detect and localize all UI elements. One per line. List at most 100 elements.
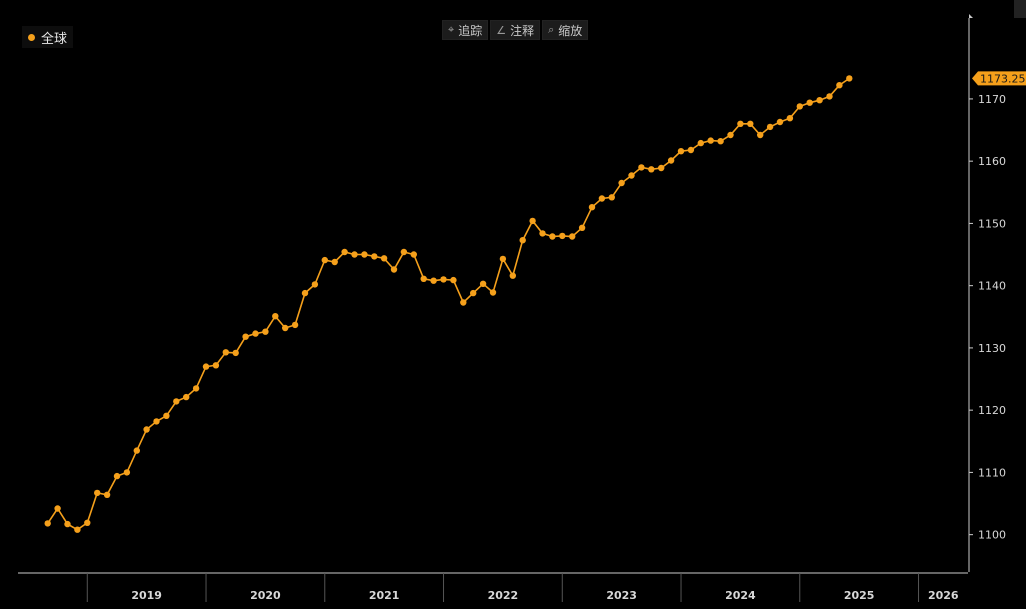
data-point (94, 489, 101, 497)
data-point (598, 195, 606, 202)
data-point (311, 281, 319, 288)
zoom-button[interactable]: ⌕ 缩放 (542, 20, 589, 40)
data-point (282, 324, 289, 332)
data-point (450, 276, 457, 284)
last-value-label: 1173.2566 (972, 71, 1026, 86)
data-point (54, 505, 61, 512)
data-point (479, 280, 487, 287)
data-point (489, 289, 497, 296)
chart-toolbar: ⌖ 追踪 ∠ 注释 ⌕ 缩放 (442, 20, 589, 40)
data-point (549, 233, 556, 240)
y-tick-label: 1140 (978, 280, 1006, 293)
data-point (786, 115, 794, 122)
data-point (658, 164, 665, 172)
x-axis: 2019 2020 2021 2022 2023 2024 2025 2026 (18, 572, 968, 602)
data-point (173, 398, 180, 405)
data-point (806, 99, 813, 106)
data-point (380, 255, 388, 262)
data-point (766, 123, 774, 131)
data-point (341, 248, 348, 256)
data-point (846, 75, 853, 82)
x-tick-label: 2025 (844, 589, 875, 602)
data-point (84, 519, 91, 526)
data-point (667, 157, 675, 164)
data-point (331, 258, 338, 266)
x-tick-label: 2026 (928, 589, 959, 602)
data-point (697, 139, 704, 147)
data-point (608, 194, 615, 201)
data-point (648, 166, 655, 173)
data-point (440, 276, 447, 283)
data-point (559, 232, 566, 240)
y-tick-label: 1110 (978, 466, 1006, 479)
data-point (420, 275, 427, 282)
data-point (826, 93, 833, 100)
data-point (74, 526, 81, 533)
data-point (569, 233, 576, 240)
data-point (638, 164, 645, 171)
data-point (737, 120, 744, 128)
crosshair-icon: ⌖ (448, 23, 455, 36)
data-point (143, 426, 150, 433)
data-point (470, 289, 477, 297)
data-point (776, 118, 784, 126)
data-point (212, 362, 220, 369)
data-point (123, 469, 131, 476)
data-point (509, 272, 516, 279)
data-point (371, 253, 378, 260)
data-point (222, 349, 229, 356)
y-tick-label: 1150 (978, 217, 1006, 230)
y-tick-label: 1170 (978, 93, 1006, 106)
annotate-button[interactable]: ∠ 注释 (490, 20, 541, 40)
data-point (430, 277, 437, 284)
data-point (272, 313, 279, 320)
x-tick-label: 2019 (131, 589, 162, 602)
corner-tab (1014, 0, 1026, 18)
data-point (390, 266, 398, 273)
y-axis: 1100 1110 1120 1130 1140 1150 1160 1170 (968, 14, 1006, 572)
value-label-text: 1173.2566 (980, 72, 1026, 85)
data-point (202, 363, 210, 370)
data-point (687, 146, 695, 154)
trace-button[interactable]: ⌖ 追踪 (442, 20, 489, 40)
x-tick-label: 2022 (488, 589, 519, 602)
legend-label: 全球 (41, 31, 68, 47)
data-point (153, 418, 160, 425)
data-point (262, 328, 269, 335)
data-point (192, 385, 200, 392)
legend-marker (28, 33, 35, 41)
data-point (816, 97, 823, 104)
data-point (321, 256, 328, 264)
data-point (677, 148, 685, 155)
y-tick-label: 1100 (978, 529, 1006, 542)
data-point (796, 103, 803, 110)
data-point (529, 217, 536, 225)
data-point (183, 393, 190, 401)
data-point (707, 137, 714, 144)
line-chart: 2019 2020 2021 2022 2023 2024 2025 2026 1100 111… (18, 14, 1026, 602)
data-point (717, 138, 724, 145)
data-point (499, 255, 507, 263)
data-point (519, 237, 526, 244)
data-point (588, 204, 596, 211)
y-axis-arrow (969, 14, 973, 18)
data-point (400, 248, 408, 256)
data-point (757, 131, 764, 139)
series-全球 (44, 75, 853, 533)
data-point (727, 131, 734, 139)
data-point (361, 251, 368, 258)
pencil-icon: ∠ (496, 23, 507, 37)
data-point (133, 447, 140, 454)
x-tick-label: 2021 (369, 589, 400, 602)
y-tick-label: 1130 (978, 342, 1006, 355)
chart-legend[interactable]: 全球 (22, 26, 74, 48)
zoom-label: 缩放 (558, 23, 583, 38)
data-point (291, 321, 299, 329)
data-point (163, 412, 170, 419)
data-point (539, 230, 546, 237)
annotate-label: 注释 (510, 23, 535, 38)
x-tick-label: 2020 (250, 589, 281, 602)
trace-label: 追踪 (458, 23, 483, 38)
data-point (618, 179, 625, 187)
data-point (747, 120, 754, 128)
